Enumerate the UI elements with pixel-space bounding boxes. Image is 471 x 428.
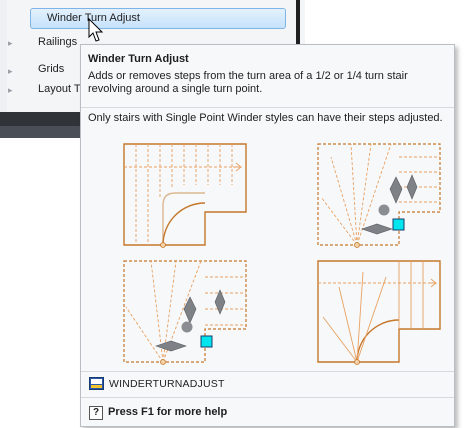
winder-stair-illustration <box>123 143 441 365</box>
tooltip-separator <box>81 107 454 108</box>
submenu-arrow-icon: ▸ <box>8 38 13 48</box>
submenu-arrow-icon: ▸ <box>8 66 13 76</box>
command-tooltip: Winder Turn Adjust Adds or removes steps… <box>80 44 455 427</box>
stair-diagram-grips-bottom <box>123 260 247 365</box>
menu-item-grids[interactable]: Grids <box>38 63 64 75</box>
tooltip-title: Winder Turn Adjust <box>88 53 189 65</box>
menu-item-winder-turn-adjust[interactable]: Winder Turn Adjust <box>30 8 286 29</box>
tooltip-separator <box>81 371 454 372</box>
menu-divider <box>296 0 300 50</box>
command-icon <box>89 377 104 390</box>
help-hint: Press F1 for more help <box>108 406 228 418</box>
mouse-cursor-icon <box>88 18 104 42</box>
submenu-arrow-icon: ▸ <box>8 85 13 95</box>
command-name: WINDERTURNADJUST <box>109 378 225 390</box>
tooltip-description: Adds or removes steps from the turn area… <box>88 70 408 95</box>
help-icon: ? <box>89 406 103 420</box>
grip-handles-bottom <box>155 289 226 352</box>
menu-item-railings[interactable]: Railings <box>38 36 77 48</box>
tooltip-separator <box>81 397 454 398</box>
tooltip-note: Only stairs with Single Point Winder sty… <box>88 112 443 124</box>
stair-diagram-before <box>123 143 247 248</box>
menu-item-layout[interactable]: Layout T <box>38 83 81 95</box>
stair-diagram-after <box>317 260 441 365</box>
